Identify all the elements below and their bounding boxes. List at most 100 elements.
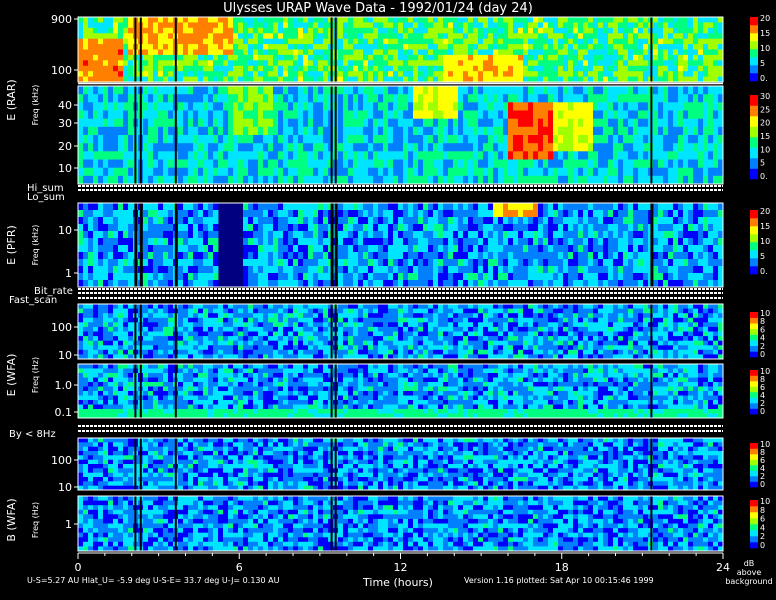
spectrogram-cell [673, 71, 679, 77]
spectrogram-cell [658, 135, 664, 144]
spectrogram-cell [158, 71, 164, 77]
spectrogram-cell [253, 126, 259, 136]
spectrogram-cell [233, 33, 239, 40]
spectrogram-cell [573, 259, 579, 267]
spectrogram-cell [518, 27, 524, 34]
spectrogram-cell [343, 94, 349, 103]
spectrogram-cell [308, 60, 314, 67]
spectrogram-cell [683, 60, 689, 67]
spectrogram-cell [583, 44, 589, 50]
spectrogram-cell [263, 252, 269, 260]
spectrogram-cell [153, 336, 159, 342]
spectrogram-cell [433, 245, 439, 253]
spectrogram-cell [668, 175, 674, 185]
spectrogram-cell [193, 38, 199, 45]
spectrogram-cell [453, 102, 459, 111]
spectrogram-cell [413, 27, 419, 34]
spectrogram-cell [588, 159, 594, 169]
spectrogram-cell [423, 280, 429, 288]
spectrogram-cell [243, 210, 249, 218]
spectrogram-cell [353, 231, 359, 239]
spectrogram-cell [343, 175, 349, 185]
spectrogram-cell [508, 126, 514, 136]
spectrogram-cell [303, 110, 309, 120]
spectrogram-cell [283, 159, 289, 169]
spectrogram-cell [213, 326, 219, 332]
spectrogram-cell [228, 102, 234, 111]
spectrogram-cell [273, 252, 279, 260]
spectrogram-cell [293, 118, 299, 128]
spectrogram-cell [123, 167, 129, 177]
spectrogram-cell [353, 217, 359, 225]
spectrogram-cell [188, 280, 194, 288]
spectrogram-cell [148, 326, 154, 332]
spectrogram-cell [78, 336, 84, 342]
spectrogram-cell [473, 252, 479, 260]
spectrogram-cell [638, 94, 644, 103]
spectrogram-cell [83, 22, 89, 29]
spectrogram-cell [178, 54, 184, 61]
spectrogram-cell [203, 308, 209, 314]
spectrogram-cell [623, 110, 629, 120]
spectrogram-cell [398, 17, 404, 23]
spectrogram-cell [343, 118, 349, 128]
spectrogram-cell [658, 231, 664, 239]
spectrogram-cell [413, 159, 419, 169]
spectrogram-cell [563, 102, 569, 111]
spectrogram-cell [298, 159, 304, 169]
spectrogram-cell [83, 273, 89, 281]
spectrogram-cell [118, 317, 124, 323]
spectrogram-cell [708, 210, 714, 218]
spectrogram-cell [128, 102, 134, 111]
spectrogram-cell [323, 44, 329, 50]
spectrogram-cell [193, 71, 199, 77]
spectrogram-cell [708, 49, 714, 56]
spectrogram-cell [83, 135, 89, 144]
spectrogram-cell [378, 273, 384, 281]
spectrogram-cell [388, 245, 394, 253]
spectrogram-cell [113, 266, 119, 274]
spectrogram-cell [88, 44, 94, 50]
spectrogram-cell [448, 159, 454, 169]
spectrogram-cell [203, 280, 209, 288]
spectrogram-cell [558, 224, 564, 232]
spectrogram-cell [618, 110, 624, 120]
spectrogram-cell [213, 238, 219, 246]
spectrogram-cell [478, 65, 484, 72]
spectrogram-cell [393, 118, 399, 128]
spectrogram-cell [268, 94, 274, 103]
spectrogram-cell [403, 217, 409, 225]
spectrogram-cell [458, 238, 464, 246]
spectrogram-cell [188, 313, 194, 319]
spectrogram-cell [208, 175, 214, 185]
spectrogram-cell [603, 38, 609, 45]
spectrogram-cell [613, 259, 619, 267]
spectrogram-cell [273, 167, 279, 177]
spectrogram-cell [563, 86, 569, 95]
spectrogram-cell [148, 210, 154, 218]
spectrogram-cell [148, 65, 154, 72]
spectrogram-cell [148, 118, 154, 128]
spectrogram-cell [278, 210, 284, 218]
spectrogram-cell [428, 110, 434, 120]
spectrogram-cell [223, 151, 229, 160]
spectrogram-cell [203, 135, 209, 144]
spectrogram-cell [198, 167, 204, 177]
spectrogram-cell [113, 27, 119, 34]
spectrogram-cell [688, 231, 694, 239]
spectrogram-cell [253, 102, 259, 111]
spectrogram-cell [373, 126, 379, 136]
spectrogram-cell [538, 27, 544, 34]
spectrogram-cell [668, 44, 674, 50]
spectrogram-cell [658, 175, 664, 185]
spectrogram-cell [313, 33, 319, 40]
spectrogram-cell [308, 259, 314, 267]
spectrogram-cell [588, 151, 594, 160]
spectrogram-cell [673, 44, 679, 50]
spectrogram-cell [348, 71, 354, 77]
spectrogram-cell [203, 94, 209, 103]
spectrogram-cell [378, 118, 384, 128]
spectrogram-cell [128, 322, 134, 328]
spectrogram-cell [373, 175, 379, 185]
spectrogram-cell [608, 252, 614, 260]
